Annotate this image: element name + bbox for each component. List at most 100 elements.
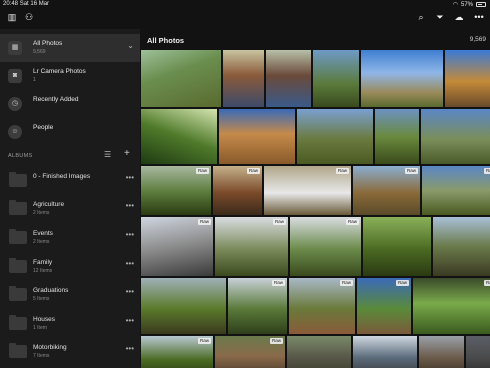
raw-badge: Raw [345, 219, 359, 225]
more-icon[interactable]: ••• [126, 201, 134, 210]
raw-badge: Raw [272, 219, 286, 225]
photo-thumbnail[interactable] [353, 336, 417, 368]
photo-thumbnail[interactable] [297, 109, 373, 164]
nav-lr-camera-photos[interactable]: ◙ Lr Camera Photos 1 [0, 62, 140, 90]
album-name: Graduations [33, 287, 69, 294]
album-motorbiking[interactable]: Motorbiking 7 Items ••• [0, 342, 140, 366]
album-events[interactable]: Events 2 Items ••• [0, 228, 140, 252]
battery-percent: 57% [460, 1, 473, 8]
raw-badge: Raw [271, 280, 285, 286]
more-icon[interactable]: ••• [126, 230, 134, 239]
photo-thumbnail[interactable]: Raw [228, 278, 287, 334]
album-count: 12 Items [33, 268, 53, 274]
folder-icon [9, 229, 27, 244]
folder-icon [9, 286, 27, 301]
photo-thumbnail[interactable]: Raw [141, 217, 213, 276]
raw-badge: Raw [195, 168, 209, 174]
search-icon[interactable]: ⌕ [414, 12, 428, 23]
photo-thumbnail[interactable] [141, 109, 217, 164]
top-bar: ▥ ⚇ ⌕ ⏷ ☁ ••• [0, 10, 490, 28]
photo-thumbnail[interactable]: Raw [215, 217, 288, 276]
folder-icon [9, 172, 27, 187]
album-name: Houses [33, 316, 56, 323]
cloud-sync-icon[interactable]: ☁ [452, 12, 466, 23]
album-name: 0 - Finished Images [33, 173, 91, 180]
photo-thumbnail[interactable]: Raw [353, 166, 420, 215]
wifi-icon: ◠ [452, 2, 458, 8]
photo-thumbnail[interactable]: Raw [422, 166, 490, 215]
all-photos-icon: ▦ [8, 41, 22, 55]
battery-icon [476, 2, 486, 7]
sort-icon[interactable]: ☰ [104, 150, 111, 159]
photo-thumbnail[interactable]: Raw [264, 166, 351, 215]
nav-people[interactable]: ☺ People [0, 118, 140, 146]
photo-thumbnail[interactable] [313, 50, 359, 107]
nav-all-photos[interactable]: ▦ All Photos 9,569 ⌄ [0, 34, 140, 62]
library-icon[interactable]: ▥ [5, 12, 19, 23]
folder-icon [9, 315, 27, 330]
nav-count: 1 [33, 77, 36, 83]
more-icon[interactable]: ••• [126, 287, 134, 296]
people-icon[interactable]: ⚇ [22, 12, 36, 23]
more-icon[interactable]: ••• [126, 259, 134, 268]
nav-title: Recently Added [33, 96, 79, 103]
nav-title: All Photos [33, 40, 63, 47]
raw-badge: Raw [197, 219, 211, 225]
more-icon[interactable]: ••• [126, 316, 134, 325]
photo-thumbnail[interactable] [421, 109, 490, 164]
album-name: Events [33, 230, 53, 237]
photo-thumbnail[interactable]: Raw [213, 166, 262, 215]
album-name: Motorbiking [33, 344, 67, 351]
album-count: 2 Items [33, 210, 50, 216]
raw-badge: Raw [395, 280, 409, 286]
grid-header: All Photos 9,569 [140, 29, 490, 49]
nav-title: People [33, 124, 54, 131]
more-icon[interactable]: ••• [126, 344, 134, 353]
album-family[interactable]: Family 12 Items ••• [0, 257, 140, 281]
photo-thumbnail[interactable] [433, 217, 490, 276]
photo-thumbnail[interactable] [219, 109, 295, 164]
album-count: 2 Items [33, 239, 50, 245]
album-name: Family [33, 259, 53, 266]
photo-thumbnail[interactable] [445, 50, 490, 107]
photo-thumbnail[interactable] [419, 336, 464, 368]
add-album-icon[interactable]: + [124, 148, 130, 159]
photo-thumbnail[interactable] [375, 109, 419, 164]
photo-thumbnail[interactable] [141, 50, 221, 107]
status-indicators: ◠ 57% [453, 1, 486, 8]
photo-thumbnail[interactable] [266, 50, 311, 107]
photo-thumbnail[interactable] [141, 278, 226, 334]
album-finished-images[interactable]: 0 - Finished Images ••• [0, 171, 140, 195]
photo-thumbnail[interactable] [466, 336, 490, 368]
album-count: 1 Item [33, 325, 47, 331]
photo-thumbnail[interactable] [363, 217, 431, 276]
raw-badge: Raw [404, 168, 418, 174]
photo-thumbnail[interactable]: Raw [413, 278, 490, 334]
photo-thumbnail[interactable] [361, 50, 443, 107]
album-agriculture[interactable]: Agriculture 2 Items ••• [0, 199, 140, 223]
raw-badge: Raw [246, 168, 260, 174]
clock-icon: ◷ [8, 97, 22, 111]
photo-thumbnail[interactable] [223, 50, 264, 107]
more-icon[interactable]: ••• [472, 12, 486, 22]
chevron-down-icon[interactable]: ⌄ [127, 41, 134, 50]
nav-recently-added[interactable]: ◷ Recently Added [0, 90, 140, 118]
photo-thumbnail[interactable] [287, 336, 351, 368]
photo-thumbnail[interactable]: Raw [289, 278, 355, 334]
more-icon[interactable]: ••• [126, 173, 134, 182]
photo-thumbnail[interactable]: Raw [290, 217, 361, 276]
album-count: 7 Items [33, 353, 50, 359]
photo-thumbnail[interactable]: Raw [215, 336, 285, 368]
photo-thumbnail[interactable]: Raw [357, 278, 411, 334]
photo-thumbnail[interactable]: Raw [141, 166, 211, 215]
album-count: 5 Items [33, 296, 50, 302]
albums-header: ALBUMS [8, 153, 33, 159]
folder-icon [9, 343, 27, 358]
photo-grid-panel: All Photos 9,569 Raw Raw Raw Raw Raw Raw Raw Ra… [140, 29, 490, 368]
raw-badge: Raw [339, 280, 353, 286]
album-graduations[interactable]: Graduations 5 Items ••• [0, 285, 140, 309]
filter-icon[interactable]: ⏷ [433, 12, 447, 23]
raw-badge: Raw [335, 168, 349, 174]
photo-thumbnail[interactable]: Raw [141, 336, 213, 368]
album-houses[interactable]: Houses 1 Item ••• [0, 314, 140, 338]
